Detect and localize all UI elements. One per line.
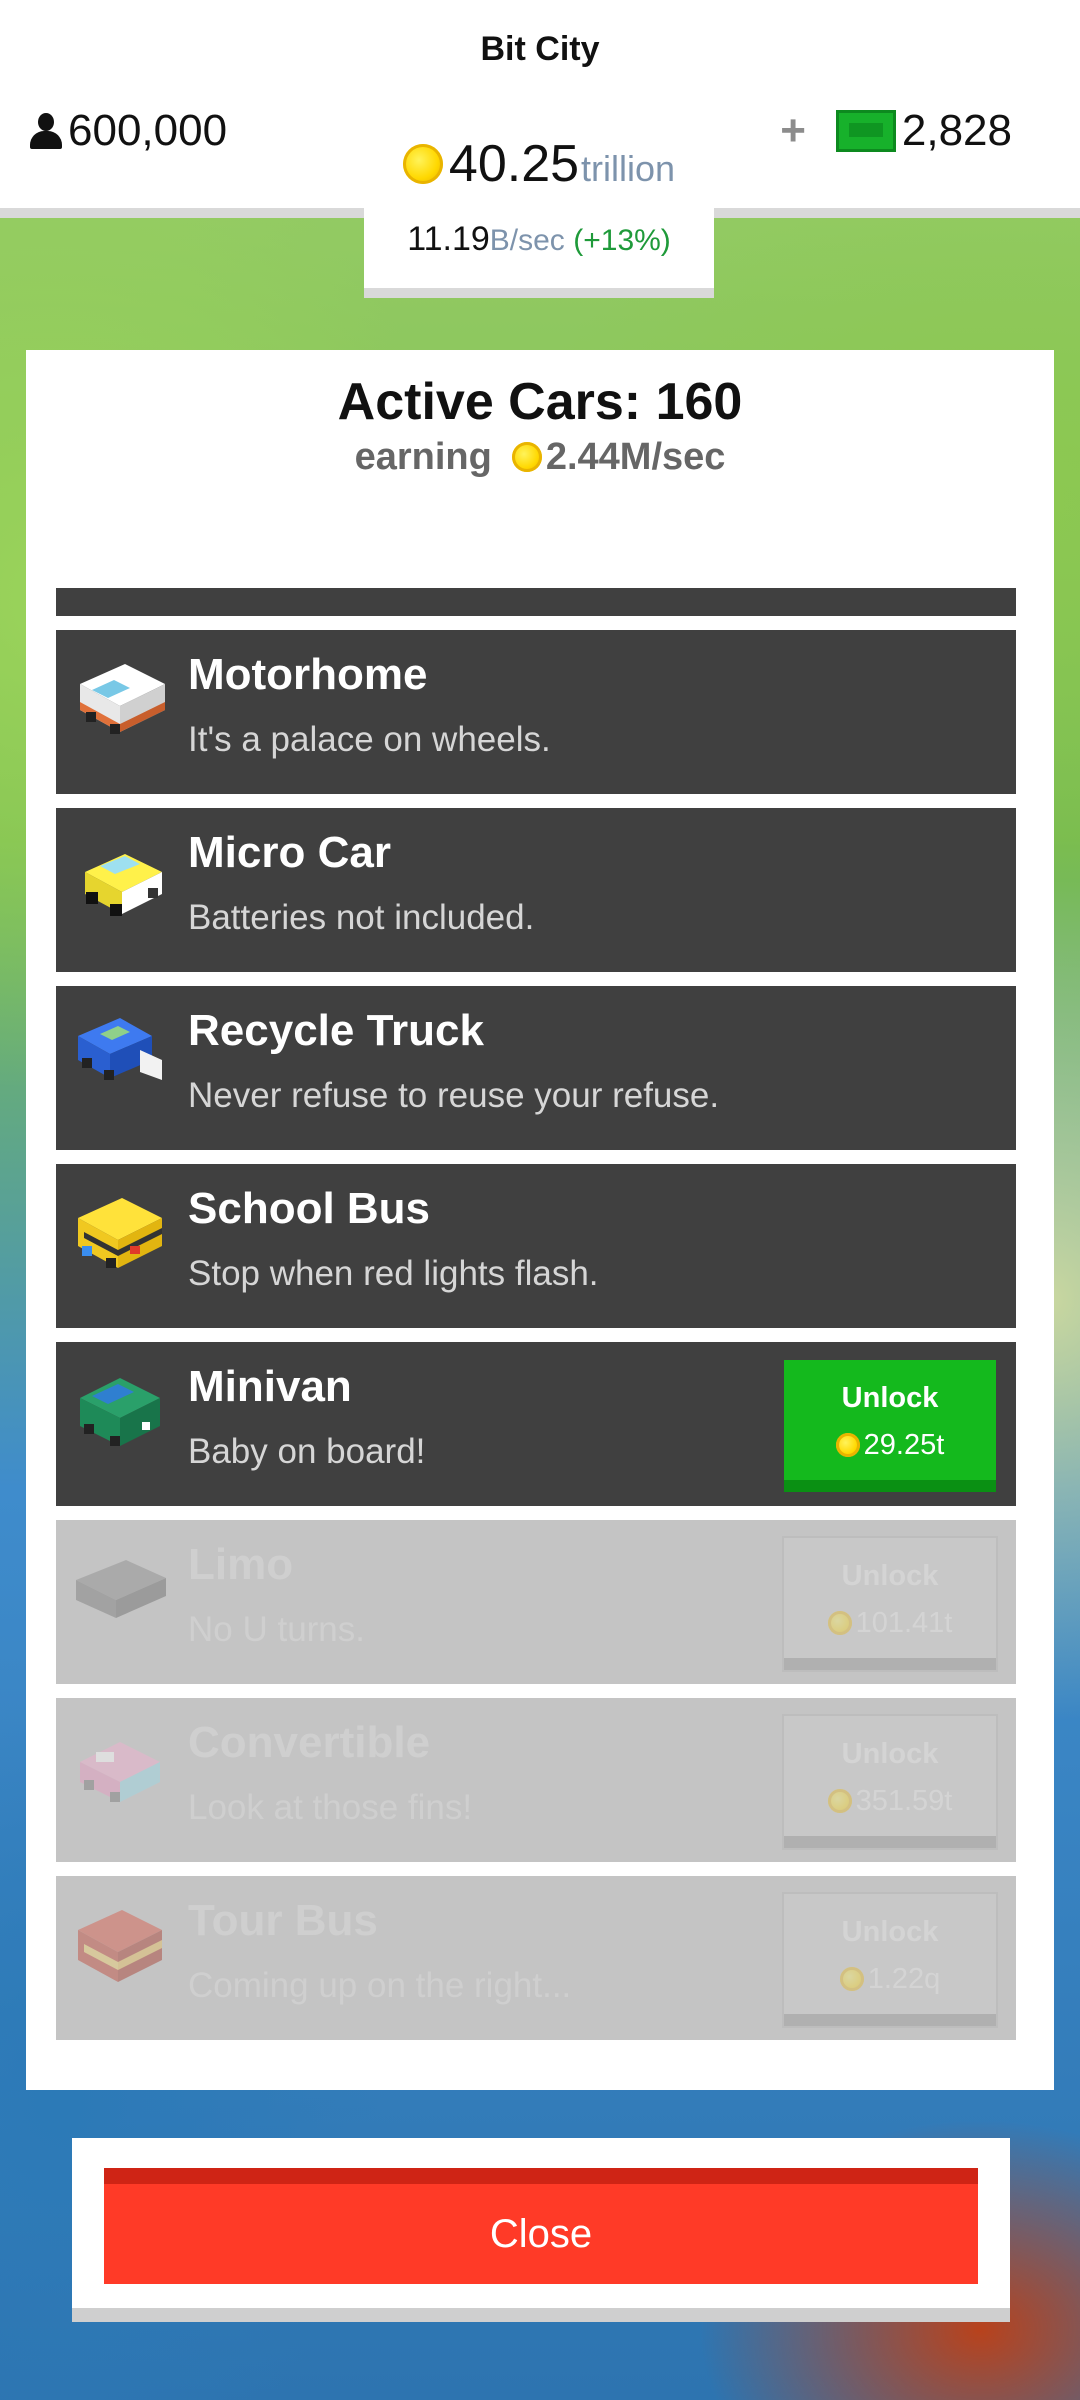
car-row-motorhome[interactable]: Motorhome It's a palace on wheels. [56,630,1016,794]
unlock-label: Unlock [841,1560,939,1592]
micro-car-icon [85,854,162,916]
cash-value: 2,828 [901,106,1012,155]
car-name: Micro Car [188,828,391,877]
car-row-recycle-truck[interactable]: Recycle Truck Never refuse to reuse your… [56,986,1016,1150]
earning-label: earning [354,436,492,478]
recycle-truck-icon [78,1018,162,1080]
unlock-label: Unlock [841,1916,939,1948]
coin-icon [839,1967,864,1991]
coin-icon [827,1789,852,1813]
limo-icon [76,1560,166,1618]
unlock-tour-bus-button: Unlock 1.22q [782,1892,998,2028]
coin-icon [827,1611,852,1635]
unlock-price: 1.22q [784,1963,996,1996]
panel-title: Active Cars: 160 [337,373,743,431]
unlock-price-value: 29.25t [863,1429,945,1461]
motorhome-icon [80,664,165,734]
unlock-minivan-button[interactable]: Unlock 29.25t [784,1360,996,1492]
unlock-label: Unlock [841,1382,939,1414]
unlock-convertible-button: Unlock 351.59t [782,1714,998,1850]
cash-bill-icon [835,110,896,152]
coin-balance: 40.25 trillion [364,134,714,194]
person-icon [28,113,64,149]
car-row-convertible: Convertible Look at those fins! Unlock 3… [56,1698,1016,1862]
unlock-price: 351.59t [784,1785,996,1818]
earning-rate: earning 2.44M/sec [26,436,1054,479]
car-description: Look at those fins! [188,1788,473,1827]
coin-icon [835,1433,860,1457]
income-rate: 11.19B/sec (+13%) [364,220,714,259]
car-name: Tour Bus [188,1896,378,1945]
list-scroll-edge [56,588,1016,616]
car-description: It's a palace on wheels. [188,720,551,759]
tour-bus-icon [78,1910,162,1982]
unlock-price-value: 351.59t [855,1785,953,1817]
car-name: Motorhome [188,650,428,699]
add-cash-icon[interactable]: + [780,106,806,156]
car-description: Coming up on the right... [188,1966,572,2005]
car-row-limo: Limo No U turns. Unlock 101.41t [56,1520,1016,1684]
car-description: Baby on board! [188,1432,426,1471]
minivan-icon [80,1378,160,1446]
close-button[interactable]: Close [104,2168,978,2284]
coin-balance-value: 40.25 [448,135,580,193]
income-rate-value: 11.19 [407,220,490,258]
unlock-price-value: 1.22q [867,1963,941,1995]
car-description: Stop when red lights flash. [188,1254,599,1293]
unlock-price-value: 101.41t [855,1607,953,1639]
car-name: Recycle Truck [188,1006,484,1055]
car-row-school-bus[interactable]: School Bus Stop when red lights flash. [56,1164,1016,1328]
car-name: Limo [188,1540,294,1589]
convertible-icon [80,1742,160,1802]
coin-balance-tab: 40.25 trillion 11.19B/sec (+13%) [364,120,714,298]
car-description: No U turns. [188,1610,365,1649]
unlock-price: 101.41t [784,1607,996,1640]
unlock-price: 29.25t [784,1429,996,1462]
active-cars-panel: Active Cars: 160 earning 2.44M/sec Motorh… [26,350,1054,2090]
earning-value: 2.44M/sec [545,436,726,478]
close-button-frame: Close [72,2138,1010,2322]
car-description: Batteries not included. [188,898,535,937]
income-rate-bonus: (+13%) [573,224,671,257]
school-bus-icon [78,1198,162,1268]
coin-icon [402,144,443,184]
coin-balance-unit: trillion [581,148,676,189]
unlock-label: Unlock [841,1738,939,1770]
unlock-limo-button: Unlock 101.41t [782,1536,998,1672]
coin-icon [511,442,542,472]
cash-counter[interactable]: + 2,828 [780,106,1012,156]
income-rate-unit: B/sec [489,224,565,257]
car-row-tour-bus: Tour Bus Coming up on the right... Unloc… [56,1876,1016,2040]
car-name: Convertible [188,1718,431,1767]
car-row-micro-car[interactable]: Micro Car Batteries not included. [56,808,1016,972]
car-name: Minivan [188,1362,352,1411]
population-counter: 600,000 [28,106,227,156]
car-name: School Bus [188,1184,431,1233]
car-row-minivan[interactable]: Minivan Baby on board! Unlock 29.25t [56,1342,1016,1506]
population-value: 600,000 [68,106,228,155]
car-list[interactable]: Motorhome It's a palace on wheels. Micro… [56,630,1016,2054]
city-name: Bit City [480,30,600,68]
car-description: Never refuse to reuse your refuse. [188,1076,720,1115]
